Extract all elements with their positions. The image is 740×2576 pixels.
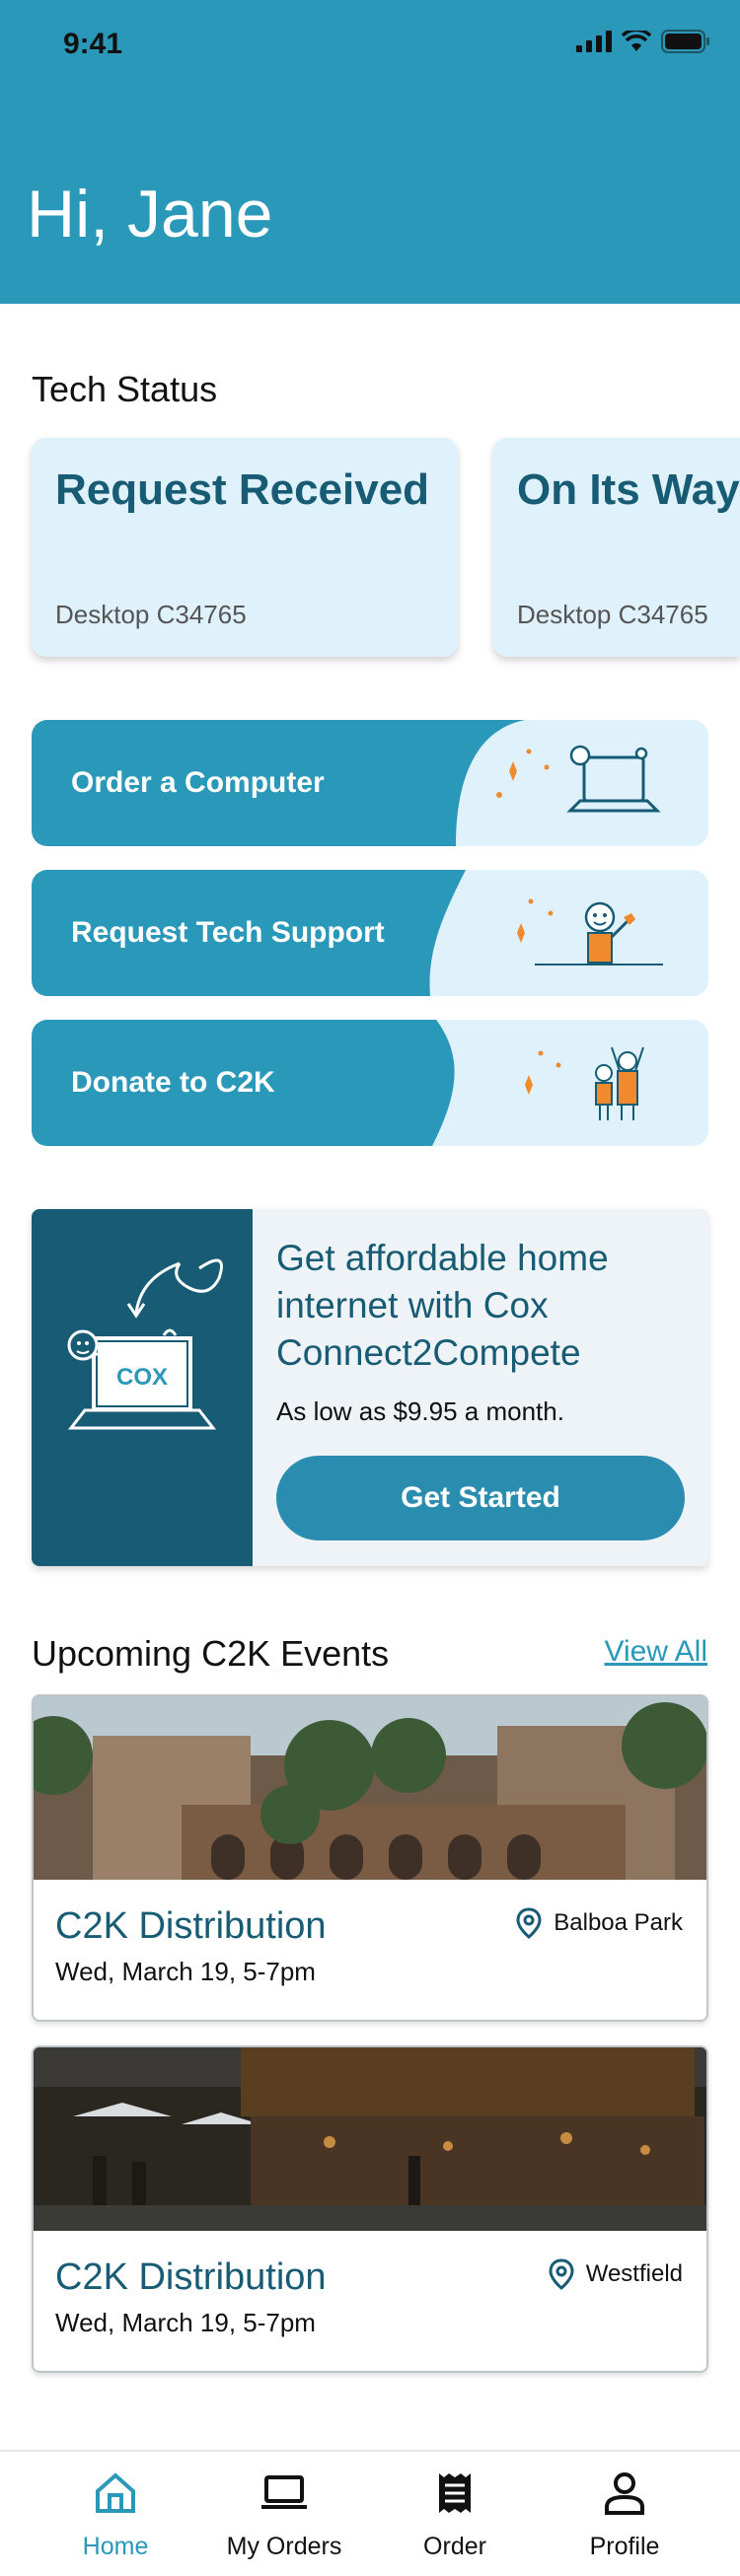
tab-bar: Home My Orders Order Profile (0, 2450, 740, 2576)
tab-profile[interactable]: Profile (551, 2452, 699, 2576)
tab-my-orders[interactable]: My Orders (210, 2452, 358, 2576)
tech-support-illustration-icon (517, 898, 663, 966)
event-location: Westfield (549, 2258, 683, 2290)
location-pin-icon (549, 2258, 574, 2290)
tab-my-orders-label: My Orders (226, 2533, 342, 2560)
computer-illustration-icon (496, 745, 661, 813)
laptop-cox-illustration-icon: COX (67, 1258, 223, 1430)
laptop-icon (261, 2475, 307, 2509)
promo-heading: Get affordable home internet with Cox Co… (276, 1238, 609, 1373)
event-card[interactable]: C2K Distribution Wed, March 19, 5-7pm Ba… (32, 1694, 708, 2022)
location-pin-icon (516, 1907, 542, 1939)
tech-card-subtitle: Desktop C34765 (517, 600, 708, 629)
battery-icon (661, 30, 709, 53)
event-location-label: Balboa Park (554, 1909, 683, 1936)
get-started-button[interactable]: Get Started (276, 1456, 685, 1540)
event-location-label: Westfield (585, 2260, 683, 2287)
tech-status-card-received[interactable]: Request Received Desktop C34765 (32, 438, 458, 657)
order-computer-label: Order a Computer (71, 766, 325, 799)
wifi-icon (622, 31, 651, 51)
tech-card-title: Request Received (55, 465, 430, 514)
tab-profile-label: Profile (589, 2533, 660, 2560)
event-location: Balboa Park (516, 1907, 683, 1939)
tab-home[interactable]: Home (41, 2452, 189, 2576)
signal-icon (576, 31, 612, 52)
request-tech-support-button[interactable]: Request Tech Support (32, 870, 708, 996)
event-card[interactable]: C2K Distribution Wed, March 19, 5-7pm We… (32, 2045, 708, 2373)
tab-home-label: Home (82, 2533, 149, 2560)
view-all-link[interactable]: View All (604, 1635, 707, 1669)
tab-order-label: Order (423, 2533, 486, 2560)
event-photo-balboa-park (34, 1696, 706, 1880)
header: 9:41 Hi, Jane (0, 0, 740, 304)
receipt-icon (439, 2473, 471, 2513)
order-computer-button[interactable]: Order a Computer (32, 720, 708, 846)
event-name: C2K Distribution (55, 2256, 327, 2298)
person-icon (605, 2472, 644, 2515)
donate-illustration-icon (525, 1046, 644, 1120)
status-icons (576, 30, 710, 53)
event-photo-westfield (34, 2047, 706, 2231)
home-icon (96, 2472, 135, 2513)
promo-illustration-panel: COX (32, 1209, 253, 1566)
donate-label: Donate to C2K (71, 1066, 275, 1099)
donate-button[interactable]: Donate to C2K (32, 1020, 708, 1146)
greeting: Hi, Jane (27, 177, 273, 251)
tab-order[interactable]: Order (381, 2452, 529, 2576)
tech-status-card-on-its-way[interactable]: On Its Way Desktop C34765 (493, 438, 740, 657)
status-time: 9:41 (63, 28, 123, 60)
event-date: Wed, March 19, 5-7pm (55, 1957, 316, 1986)
event-name: C2K Distribution (55, 1905, 327, 1947)
tech-card-title: On Its Way (517, 465, 740, 514)
svg-text:COX: COX (116, 1364, 168, 1391)
cox-promo-card: COX Get affordable home internet with Co… (32, 1209, 708, 1566)
event-date: Wed, March 19, 5-7pm (55, 2308, 316, 2337)
tech-card-subtitle: Desktop C34765 (55, 600, 247, 629)
promo-subtext: As low as $9.95 a month. (276, 1396, 564, 1426)
request-tech-support-label: Request Tech Support (71, 916, 385, 949)
events-title: Upcoming C2K Events (32, 1633, 390, 1674)
tech-status-title: Tech Status (32, 369, 218, 409)
